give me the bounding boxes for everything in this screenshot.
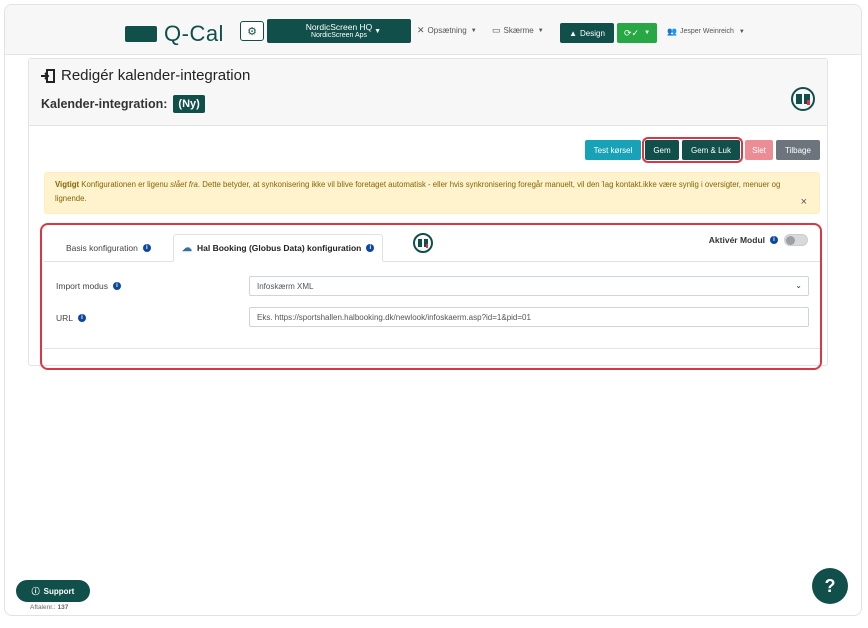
caret-down-icon: ▼ (537, 27, 544, 34)
chevron-down-icon: ⌄ (795, 281, 802, 290)
tab-basis-label: Basis konfiguration (66, 243, 138, 253)
activate-module-toggle[interactable] (784, 234, 808, 246)
tab-hal-booking-config[interactable]: ☁ Hal Booking (Globus Data) konfiguratio… (173, 234, 384, 262)
page-title-text: Redigér kalender-integration (61, 67, 251, 84)
aftalenr-value: 137 (57, 604, 69, 611)
info-icon[interactable]: i (78, 314, 87, 322)
card-header: Redigér kalender-integration Kalender-in… (29, 59, 827, 126)
activate-module: Aktivér Modul i (709, 234, 808, 246)
import-mode-label: Import modus i (56, 281, 121, 291)
alert-text-1: Konfigurationen er ligenu (79, 180, 171, 189)
design-icon: ▲ (569, 28, 577, 38)
nav-screens[interactable]: ▭ Skærme ▼ (492, 25, 544, 36)
info-icon[interactable]: i (366, 244, 375, 252)
cloud-user-icon: ☁ (182, 242, 192, 254)
sync-check-icon: ⟳✓ (623, 27, 640, 38)
nav-screens-label: Skærme (503, 26, 534, 35)
caret-down-icon: ▼ (470, 27, 477, 34)
save-button[interactable]: Gem (645, 140, 679, 160)
activate-label: Aktivér Modul (708, 235, 765, 245)
save-close-button[interactable]: Gem & Luk (682, 140, 740, 160)
support-button[interactable]: ⓘ Support (16, 580, 90, 602)
page-title: Redigér kalender-integration (41, 67, 250, 84)
config-tabs-panel: Basis konfiguration i ☁ Hal Booking (Glo… (44, 228, 820, 366)
logo-text: Q-Cal (164, 21, 224, 46)
support-label: Support (43, 586, 75, 596)
import-mode-select[interactable]: Infoskærm XML ⌄ (249, 276, 809, 296)
alert-close-button[interactable]: × (801, 195, 807, 209)
sync-status-button[interactable]: ⟳✓ ▼ (617, 23, 657, 43)
user-icon: 👥 (667, 27, 677, 36)
url-text: URL (56, 313, 74, 323)
wrench-icon: ✕ (417, 25, 425, 35)
settings-button[interactable]: ⚙ (240, 21, 264, 41)
url-label: URL i (56, 313, 87, 323)
agreement-number: Aftalenr.: 137 (30, 604, 68, 611)
top-navbar: Q-Cal ⚙ NordicScreen HQ NordicScreen Aps… (5, 5, 861, 55)
organization-select[interactable]: NordicScreen HQ NordicScreen Aps ▼ (267, 19, 411, 43)
back-button[interactable]: Tilbage (776, 140, 820, 160)
import-mode-value: Infoskærm XML (257, 281, 314, 291)
info-icon[interactable]: i (112, 282, 121, 290)
user-menu[interactable]: 👥 Jesper Weinreich ▼ (667, 27, 745, 36)
monitor-icon: ▭ (492, 25, 501, 35)
logo-mark (125, 26, 157, 42)
subtitle-text: Kalender-integration: (41, 97, 168, 111)
import-mode-text: Import modus (56, 281, 108, 291)
info-icon[interactable]: i (142, 244, 151, 252)
url-input[interactable]: Eks. https://sportshallen.halbooking.dk/… (249, 307, 809, 327)
sign-in-icon (41, 68, 55, 83)
org-name: NordicScreen HQ (305, 22, 373, 32)
test-run-button[interactable]: Test kørsel (585, 140, 641, 160)
alert-emphasis: slået fra (170, 180, 198, 189)
page-subtitle: Kalender-integration: (Ny) (41, 95, 205, 113)
question-circle-icon: ⓘ (31, 586, 40, 596)
tab-hal-label: Hal Booking (Globus Data) konfiguration (197, 243, 362, 253)
org-company: NordicScreen Aps (310, 32, 368, 39)
tab-basis-config[interactable]: Basis konfiguration i (66, 234, 151, 262)
tab-bar: Basis konfiguration i ☁ Hal Booking (Glo… (44, 228, 820, 262)
user-name: Jesper Weinreich (679, 28, 734, 35)
aftalenr-label: Aftalenr.: (30, 604, 56, 611)
help-button[interactable]: ? (812, 568, 848, 604)
url-placeholder: Eks. https://sportshallen.halbooking.dk/… (257, 312, 531, 322)
brand-logo[interactable]: Q-Cal (125, 21, 224, 47)
caret-down-icon: ▼ (374, 28, 381, 35)
tab-docs-book-icon[interactable] (413, 233, 433, 253)
status-badge: (Ny) (173, 95, 205, 113)
nav-setup-label: Opsætning (427, 26, 467, 35)
delete-button[interactable]: Slet (745, 140, 773, 160)
gears-icon: ⚙ (247, 25, 257, 38)
alert-strong: Vigtigt (55, 180, 80, 189)
design-button[interactable]: ▲ Design (560, 23, 614, 43)
design-label: Design (580, 28, 605, 38)
warning-alert: Vigtigt Konfigurationen er ligenu slået … (44, 172, 820, 214)
caret-down-icon: ▼ (644, 30, 651, 36)
docs-book-icon[interactable] (791, 87, 815, 111)
nav-setup[interactable]: ✕ Opsætning ▼ (417, 25, 477, 36)
caret-down-icon: ▼ (738, 28, 745, 35)
info-icon[interactable]: i (770, 236, 778, 244)
panel-footer-divider (44, 348, 820, 349)
